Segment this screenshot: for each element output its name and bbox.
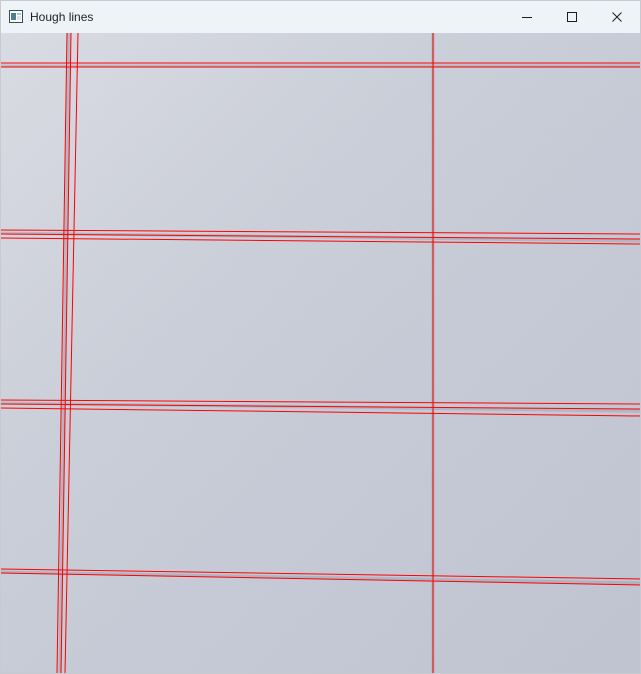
image-viewport[interactable]: [1, 33, 640, 673]
maximize-button[interactable]: [549, 1, 595, 33]
window-title: Hough lines: [30, 10, 94, 24]
title-bar[interactable]: Hough lines: [1, 1, 640, 33]
hough-lines-window: Hough lines: [0, 0, 641, 674]
app-window-icon: [9, 10, 23, 23]
hough-lines-image: [1, 33, 640, 673]
close-icon: [612, 12, 622, 22]
minimize-button[interactable]: [504, 1, 550, 33]
close-button[interactable]: [594, 1, 640, 33]
minimize-icon: [522, 17, 532, 18]
maximize-icon: [567, 12, 577, 22]
